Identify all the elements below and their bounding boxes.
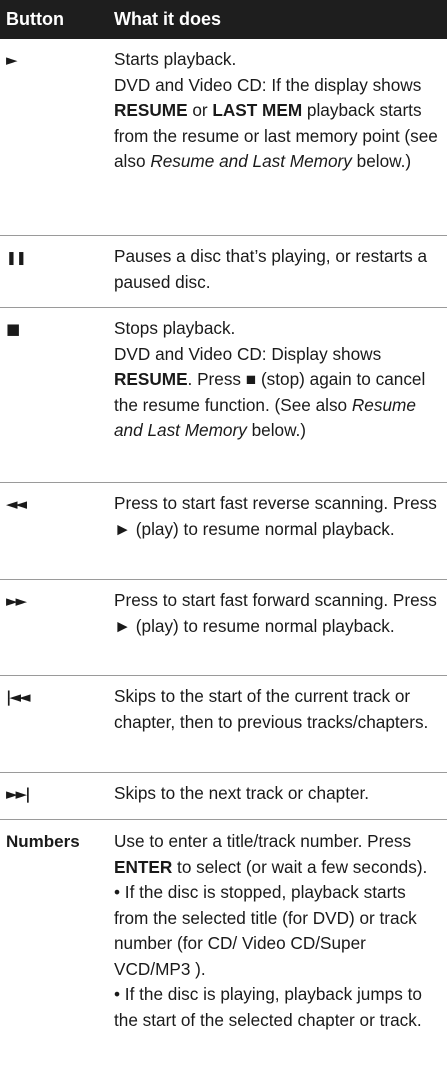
fast-forward-icon: ►► bbox=[6, 592, 27, 610]
table-row: ►►| Skips to the next track or chapter. bbox=[0, 773, 447, 820]
row-description: Press to start fast forward scanning. Pr… bbox=[114, 588, 447, 665]
row-description: Skips to the next track or chapter. bbox=[114, 781, 447, 809]
table-row: ►► Press to start fast forward scanning.… bbox=[0, 580, 447, 676]
previous-icon: |◄◄ bbox=[6, 688, 31, 706]
row-description: Pauses a disc that’s playing, or restart… bbox=[114, 244, 447, 297]
play-icon: ► bbox=[6, 51, 17, 69]
numbers-key-label: Numbers bbox=[6, 832, 80, 851]
header-what-it-does: What it does bbox=[114, 9, 221, 29]
table-row: ◄◄ Press to start fast reverse scanning.… bbox=[0, 483, 447, 580]
description-line: DVD and Video CD: Display shows RESUME. … bbox=[114, 343, 426, 441]
description-line: • If the disc is stopped, playback start… bbox=[114, 882, 417, 979]
table-row: |◄◄ Skips to the start of the current tr… bbox=[0, 676, 447, 773]
pause-icon: ❚❚ bbox=[6, 251, 27, 266]
row-description: Starts playback. DVD and Video CD: If th… bbox=[114, 47, 447, 225]
row-description: Stops playback. DVD and Video CD: Displa… bbox=[114, 316, 447, 472]
description-line: Stops playback. bbox=[114, 318, 236, 338]
description-line: DVD and Video CD: If the display shows R… bbox=[114, 74, 438, 172]
row-description: Press to start fast reverse scanning. Pr… bbox=[114, 491, 447, 569]
button-function-table: Button What it does ► Starts playback. D… bbox=[0, 0, 447, 1043]
description-line: Press to start fast forward scanning. Pr… bbox=[114, 590, 437, 636]
description-line: Skips to the next track or chapter. bbox=[114, 783, 370, 803]
description-line: Skips to the start of the current track … bbox=[114, 686, 429, 732]
row-description: Use to enter a title/track number. Press… bbox=[114, 829, 447, 1033]
table-row: Numbers Use to enter a title/track numbe… bbox=[0, 820, 447, 1043]
description-line: Use to enter a title/track number. Press… bbox=[114, 831, 428, 877]
table-row: ■ Stops playback. DVD and Video CD: Disp… bbox=[0, 308, 447, 483]
stop-icon: ■ bbox=[6, 320, 20, 338]
row-description: Skips to the start of the current track … bbox=[114, 684, 447, 762]
description-line: Press to start fast reverse scanning. Pr… bbox=[114, 493, 437, 539]
next-icon: ►►| bbox=[6, 785, 31, 803]
header-button: Button bbox=[6, 9, 64, 29]
description-line: • If the disc is playing, playback jumps… bbox=[114, 984, 422, 1030]
description-line: Starts playback. bbox=[114, 49, 237, 69]
description-line: Pauses a disc that’s playing, or restart… bbox=[114, 246, 428, 292]
table-row: ► Starts playback. DVD and Video CD: If … bbox=[0, 39, 447, 236]
fast-reverse-icon: ◄◄ bbox=[6, 495, 27, 513]
table-header: Button What it does bbox=[0, 0, 447, 39]
table-row: ❚❚ Pauses a disc that’s playing, or rest… bbox=[0, 236, 447, 308]
